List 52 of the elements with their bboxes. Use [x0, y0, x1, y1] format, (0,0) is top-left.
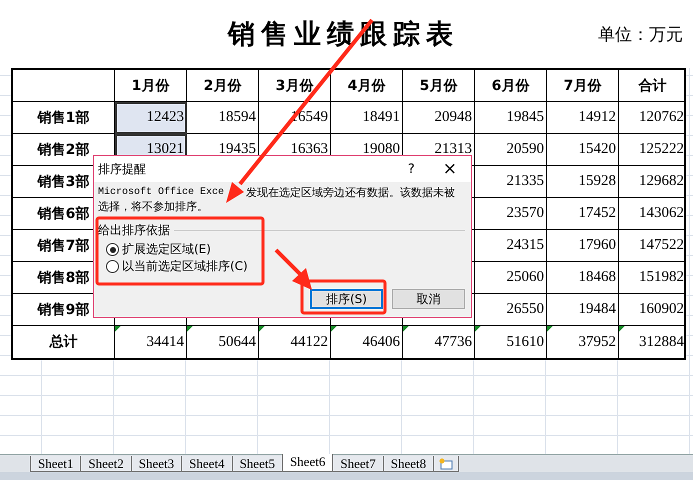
sheet-tab[interactable]: Sheet3: [130, 456, 182, 472]
table-cell: 51610: [475, 326, 547, 358]
table-cell: 50644: [187, 326, 259, 358]
table-cell: 125222: [619, 134, 686, 166]
column-header: 6月份: [475, 70, 547, 102]
table-cell: 15928: [547, 166, 619, 198]
cancel-button[interactable]: 取消: [392, 289, 465, 309]
table-cell: 12423: [115, 102, 187, 134]
table-cell: 17452: [547, 198, 619, 230]
sheet-tab[interactable]: Sheet2: [80, 456, 132, 472]
table-cell: 46406: [331, 326, 403, 358]
sheet-tab[interactable]: Sheet1: [30, 456, 82, 472]
table-cell: 147522: [619, 230, 686, 262]
column-header: 2月份: [187, 70, 259, 102]
table-cell: 44122: [259, 326, 331, 358]
table-cell: 37952: [547, 326, 619, 358]
row-label: 总计: [13, 326, 115, 358]
table-cell: 24315: [475, 230, 547, 262]
table-cell: 25060: [475, 262, 547, 294]
table-cell: 15420: [547, 134, 619, 166]
sheet-tab[interactable]: Sheet5: [232, 456, 283, 472]
sheet-tab[interactable]: Sheet4: [181, 456, 233, 472]
table-cell: 14912: [547, 102, 619, 134]
sheet-tab[interactable]: Sheet6: [282, 454, 334, 472]
table-cell: 26550: [475, 294, 547, 326]
table-cell: 19484: [547, 294, 619, 326]
table-cell: 18491: [331, 102, 403, 134]
sort-button[interactable]: 排序(S): [310, 289, 383, 309]
table-cell: 18594: [187, 102, 259, 134]
table-cell: 19845: [475, 102, 547, 134]
sheet-tab[interactable]: Sheet8: [382, 456, 434, 472]
column-header: 3月份: [259, 70, 331, 102]
table-cell: 20590: [475, 134, 547, 166]
column-header: 5月份: [403, 70, 475, 102]
table-cell: 151982: [619, 262, 686, 294]
column-header: 7月份: [547, 70, 619, 102]
sheet-tab[interactable]: Sheet7: [332, 456, 384, 472]
table-cell: 17960: [547, 230, 619, 262]
table-cell: 143062: [619, 198, 686, 230]
column-header: 4月份: [331, 70, 403, 102]
table-cell: 47736: [403, 326, 475, 358]
table-cell: 120762: [619, 102, 686, 134]
column-header: 合计: [619, 70, 686, 102]
dialog-message: 发现在选定区域旁边还有数据。该数据未被: [246, 186, 456, 200]
table-cell: 20948: [403, 102, 475, 134]
table-cell: 160902: [619, 294, 686, 326]
table-cell: 129682: [619, 166, 686, 198]
table-cell: 23570: [475, 198, 547, 230]
table-cell: 18468: [547, 262, 619, 294]
table-cell: 34414: [115, 326, 187, 358]
unit-label: 单位：万元: [598, 24, 683, 46]
table-cell: 21335: [475, 166, 547, 198]
